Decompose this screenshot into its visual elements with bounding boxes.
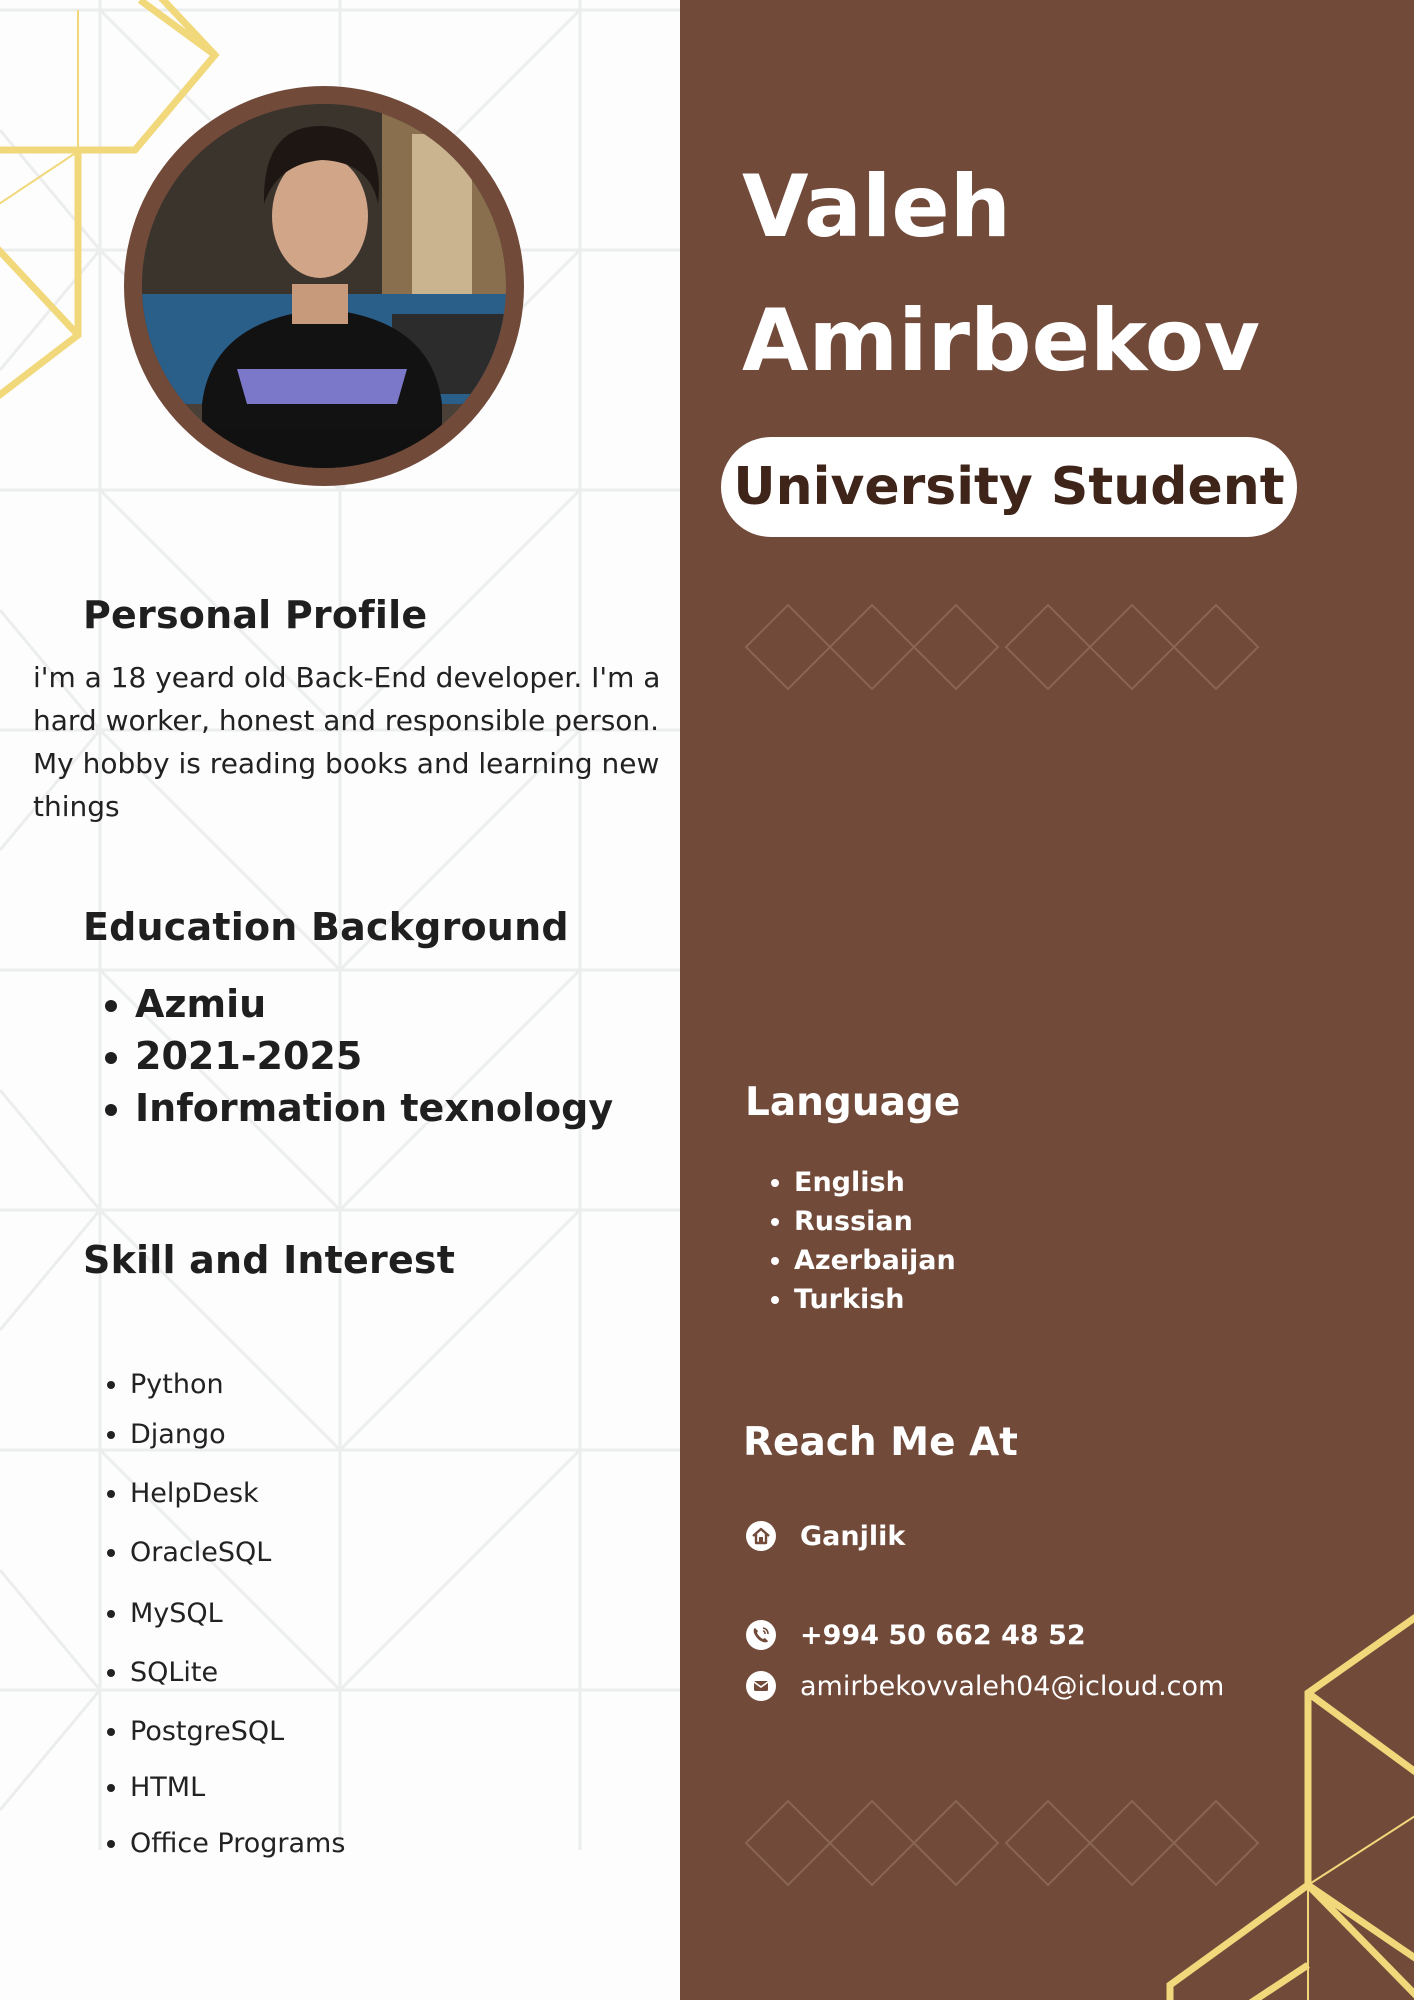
portrait-illustration (142, 104, 506, 468)
skill-item: OracleSQL (130, 1533, 345, 1594)
education-heading: Education Background (83, 905, 569, 949)
home-icon (746, 1521, 776, 1551)
skill-item: SQLite (130, 1653, 345, 1712)
right-panel: Valeh Amirbekov University Student Langu… (680, 0, 1414, 2000)
contact-address: Ganjlik (745, 1520, 905, 1552)
address-text: Ganjlik (800, 1520, 906, 1552)
language-item: Russian (794, 1202, 956, 1241)
email-icon (746, 1671, 776, 1701)
left-panel: Personal Profile i'm a 18 yeard old Back… (0, 0, 680, 2000)
language-item: Azerbaijan (794, 1241, 956, 1280)
skills-heading: Skill and Interest (83, 1238, 456, 1282)
skill-item: Office Programs (130, 1824, 345, 1883)
language-item: Turkish (794, 1280, 956, 1319)
language-list: English Russian Azerbaijan Turkish (746, 1163, 956, 1319)
education-list: Azmiu 2021-2025 Information texnology (88, 978, 613, 1134)
personal-profile-text: i'm a 18 yeard old Back-End developer. I… (33, 661, 661, 823)
phone-icon (746, 1620, 776, 1650)
language-item: English (794, 1163, 956, 1202)
education-item: Azmiu (135, 978, 613, 1030)
skill-item: PostgreSQL (130, 1712, 345, 1768)
language-heading: Language (745, 1080, 961, 1125)
skills-list: Python Django HelpDesk OracleSQL MySQL S… (88, 1365, 345, 1883)
skill-item: HTML (130, 1768, 345, 1824)
education-item: Information texnology (135, 1082, 613, 1134)
contact-heading: Reach Me At (743, 1420, 1018, 1465)
skill-item: Django (130, 1415, 345, 1474)
skill-item: Python (130, 1365, 345, 1415)
contact-phone[interactable]: +994 50 662 48 52 (745, 1619, 1086, 1651)
skill-item: MySQL (130, 1594, 345, 1653)
contact-email[interactable]: amirbekovvaleh04@icloud.com (745, 1670, 1224, 1702)
phone-text[interactable]: +994 50 662 48 52 (800, 1620, 1086, 1651)
email-text[interactable]: amirbekovvaleh04@icloud.com (800, 1671, 1224, 1702)
education-item: 2021-2025 (135, 1030, 613, 1082)
skill-item: HelpDesk (130, 1474, 345, 1533)
profile-photo-frame (124, 86, 524, 486)
full-name: Valeh Amirbekov (742, 140, 1260, 408)
last-name: Amirbekov (742, 291, 1260, 391)
personal-profile-heading: Personal Profile (83, 593, 428, 637)
role-badge: University Student (721, 437, 1297, 537)
first-name: Valeh (742, 157, 1011, 257)
profile-photo (142, 104, 506, 468)
